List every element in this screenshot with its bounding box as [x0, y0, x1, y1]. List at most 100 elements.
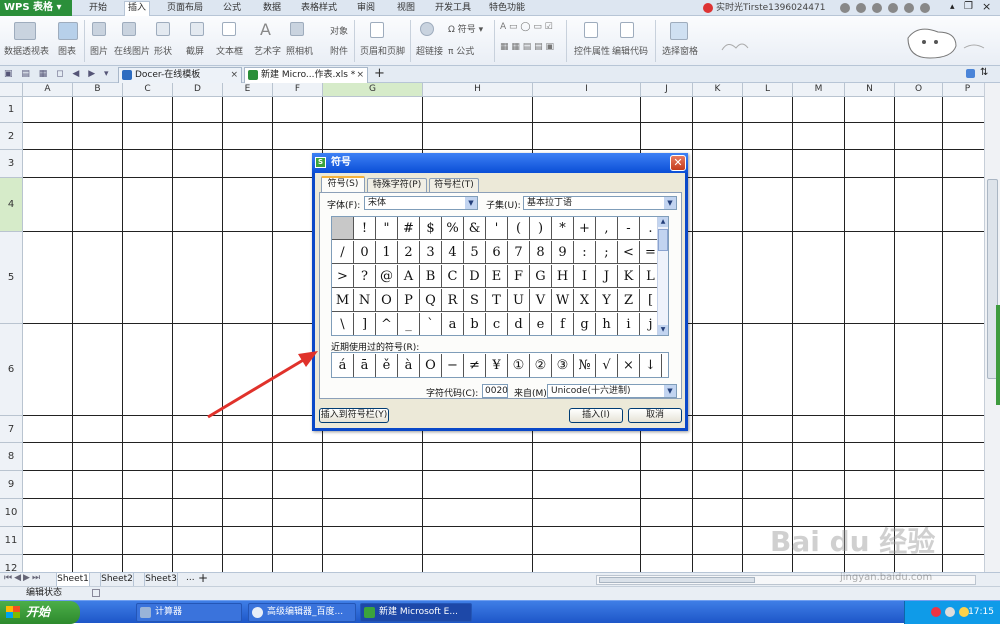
tab-symbol-bar[interactable]: 符号栏(T)	[429, 178, 479, 192]
symbol-cell[interactable]: K	[618, 265, 640, 288]
symbol-cell[interactable]: ;	[596, 241, 618, 264]
row-header[interactable]: 11	[0, 527, 23, 555]
attachment-button[interactable]: 附件	[330, 44, 348, 57]
symbol-cell[interactable]: Y	[596, 289, 618, 312]
close-icon[interactable]: ×	[982, 0, 991, 13]
table-row[interactable]	[23, 123, 996, 150]
wps-app-menu-button[interactable]: WPS 表格 ▾	[0, 0, 72, 16]
symbol-cell[interactable]: 2	[398, 241, 420, 264]
symbol-cell[interactable]: '	[486, 217, 508, 240]
recent-symbol-cell[interactable]: ≠	[464, 354, 486, 377]
task-browser[interactable]: 高级编辑器_百度...	[248, 603, 356, 622]
symbol-cell[interactable]: /	[332, 241, 354, 264]
side-panel-handle[interactable]	[996, 305, 1000, 405]
tab-docer-templates[interactable]: Docer-在线模板 ×	[118, 67, 242, 83]
row-header[interactable]: 3	[0, 150, 23, 178]
column-header[interactable]: N	[845, 83, 895, 97]
symbol-cell[interactable]: h	[596, 313, 618, 335]
row-header[interactable]: 2	[0, 123, 23, 150]
edit-code-button[interactable]: 编辑代码	[612, 44, 648, 57]
column-header[interactable]: L	[743, 83, 793, 97]
chart-button[interactable]: 图表	[58, 44, 76, 57]
recent-symbol-cell[interactable]: ↓	[640, 354, 662, 377]
sheet-tab-sheet3[interactable]: Sheet3	[144, 573, 178, 587]
equation-button[interactable]: π 公式	[448, 44, 474, 57]
column-header[interactable]: C	[123, 83, 173, 97]
sync-icon[interactable]	[840, 3, 850, 13]
recent-symbol-cell[interactable]: á	[332, 354, 354, 377]
hyperlink-button[interactable]: 超链接	[416, 44, 443, 57]
recent-symbol-cell[interactable]: ③	[552, 354, 574, 377]
symbol-cell[interactable]: i	[618, 313, 640, 335]
symbol-scrollbar[interactable]: ▲ ▼	[657, 217, 668, 335]
control-properties-button[interactable]: 控件属性	[574, 44, 610, 57]
wordart-button[interactable]: 艺术字	[254, 44, 281, 57]
row-header[interactable]: 1	[0, 97, 23, 123]
task-wps-spreadsheet[interactable]: 新建 Microsoft E...	[360, 603, 472, 622]
cancel-button[interactable]: 取消	[628, 408, 682, 423]
symbol-cell[interactable]: g	[574, 313, 596, 335]
symbol-cell[interactable]: R	[442, 289, 464, 312]
form-controls-row2[interactable]: ▦ ▦ ▤ ▤ ▣	[500, 42, 554, 52]
symbol-cell[interactable]: +	[574, 217, 596, 240]
column-header[interactable]: D	[173, 83, 223, 97]
screenshot-button[interactable]: 截屏	[186, 44, 204, 57]
row-header[interactable]: 7	[0, 416, 23, 443]
pivot-table-button[interactable]: 数据透视表	[4, 44, 49, 57]
symbol-cell[interactable]: !	[354, 217, 376, 240]
row-header[interactable]: 4	[0, 178, 23, 232]
symbol-cell[interactable]: ]	[354, 313, 376, 335]
symbol-cell[interactable]	[332, 217, 354, 240]
add-sheet-button[interactable]: +	[198, 571, 208, 585]
recent-symbol-cell[interactable]: №	[574, 354, 596, 377]
symbol-cell[interactable]: 9	[552, 241, 574, 264]
new-tab-button[interactable]: +	[374, 66, 385, 81]
column-header[interactable]: B	[73, 83, 123, 97]
symbol-cell[interactable]: C	[442, 265, 464, 288]
row-header[interactable]: 8	[0, 443, 23, 471]
recent-symbol-cell[interactable]: ①	[508, 354, 530, 377]
screenshot-icon[interactable]	[190, 22, 204, 36]
wordart-icon[interactable]: A	[260, 20, 271, 39]
symbol-cell[interactable]: B	[420, 265, 442, 288]
edit-code-icon[interactable]	[620, 22, 634, 38]
char-code-input[interactable]: 0020	[482, 384, 508, 398]
row-header[interactable]: 9	[0, 471, 23, 499]
symbol-cell[interactable]: 3	[420, 241, 442, 264]
symbol-cell[interactable]: 8	[530, 241, 552, 264]
insert-button[interactable]: 插入(I)	[569, 408, 623, 423]
column-header[interactable]: H	[423, 83, 533, 97]
recent-symbol-cell[interactable]: ¥	[486, 354, 508, 377]
close-tab-icon[interactable]: ×	[356, 68, 364, 82]
symbol-cell[interactable]: N	[354, 289, 376, 312]
close-tab-icon[interactable]: ×	[230, 68, 238, 82]
picture-button[interactable]: 图片	[90, 44, 108, 57]
tab-page-layout[interactable]: 页面布局	[166, 2, 204, 16]
security-tray-icon[interactable]	[931, 607, 941, 617]
symbol-cell[interactable]: H	[552, 265, 574, 288]
symbol-cell[interactable]: f	[552, 313, 574, 335]
symbol-cell[interactable]: -	[618, 217, 640, 240]
symbol-grid[interactable]: ! " # $% & '() * +, -./0 1 2 3 4 5 6 7 8 9:; < = >? @ A B C D E F G H…	[331, 216, 669, 336]
symbol-cell[interactable]: Z	[618, 289, 640, 312]
symbol-cell[interactable]: @	[376, 265, 398, 288]
scroll-up-icon[interactable]: ▲	[658, 217, 668, 227]
symbol-cell[interactable]: 1	[376, 241, 398, 264]
column-header[interactable]: G	[323, 83, 423, 97]
macro-record-icon[interactable]	[92, 589, 100, 597]
symbol-cell[interactable]: "	[376, 217, 398, 240]
symbol-cell[interactable]: d	[508, 313, 530, 335]
symbol-cell[interactable]: 5	[464, 241, 486, 264]
object-button[interactable]: 对象	[330, 24, 348, 37]
symbol-cell[interactable]: >	[332, 265, 354, 288]
tab-special-chars[interactable]: 特殊字符(P)	[367, 178, 427, 192]
online-picture-icon[interactable]	[122, 22, 136, 36]
column-header[interactable]: I	[533, 83, 641, 97]
column-header[interactable]: O	[895, 83, 943, 97]
task-calculator[interactable]: 计算器	[136, 603, 242, 622]
pivot-table-icon[interactable]	[14, 22, 36, 40]
tab-list-icon[interactable]: ⇅	[980, 67, 988, 78]
tab-formula[interactable]: 公式	[220, 2, 244, 16]
recent-symbol-cell[interactable]: à	[398, 354, 420, 377]
more-sheets-button[interactable]: ...	[186, 573, 195, 583]
